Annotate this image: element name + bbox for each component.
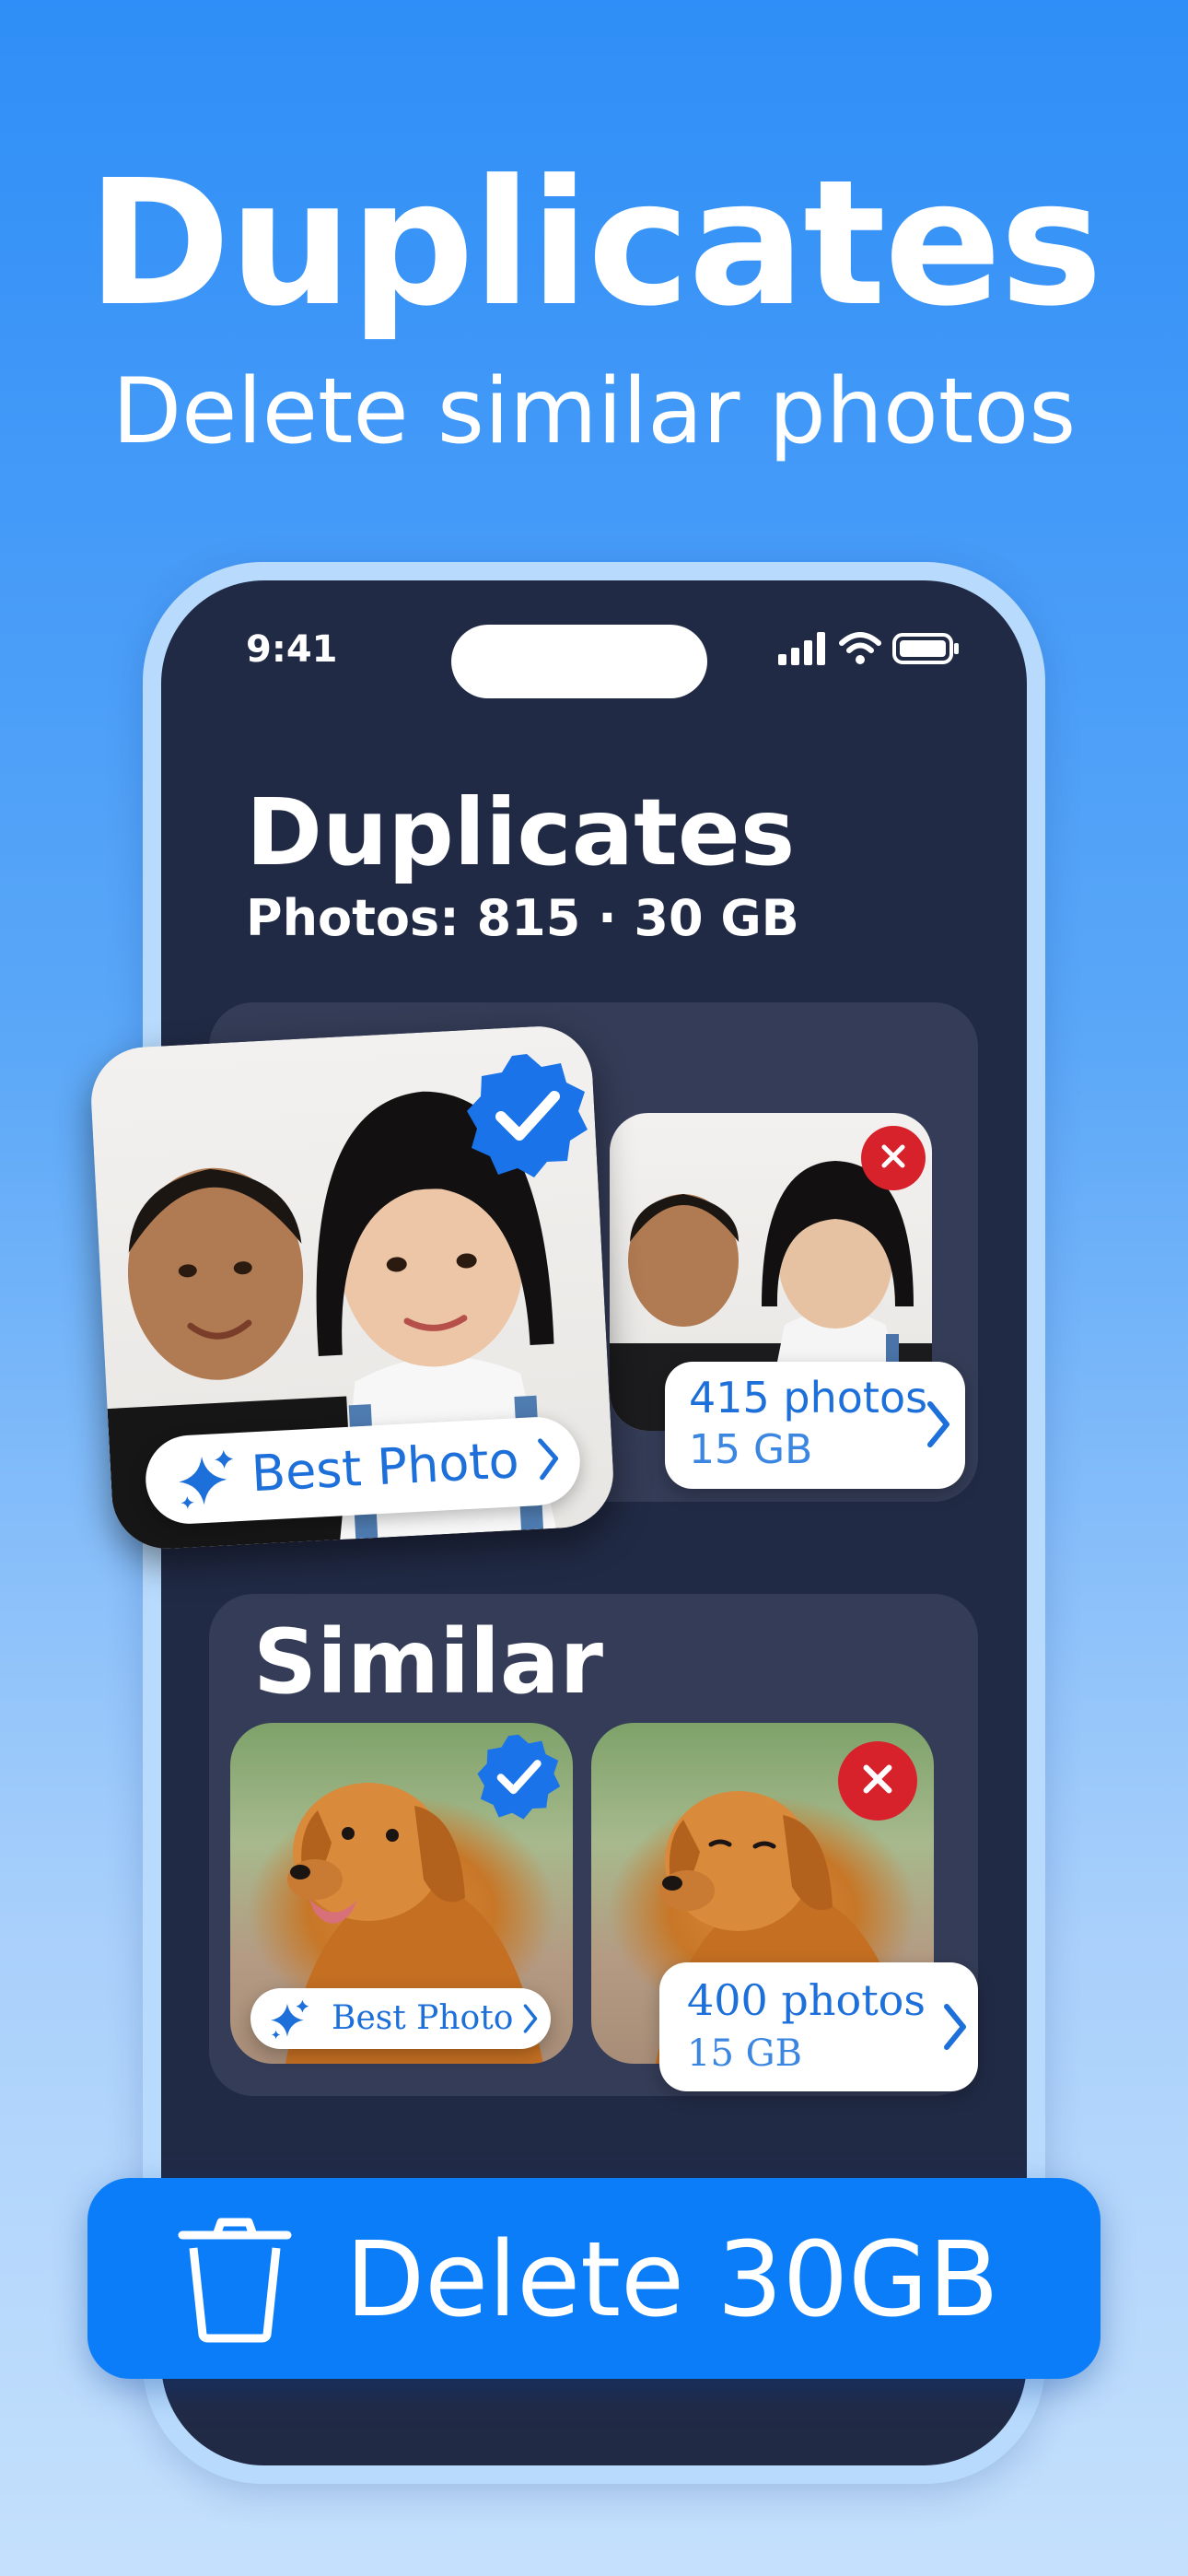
delete-button[interactable]: Delete 30GB bbox=[87, 2178, 1101, 2379]
wifi-icon bbox=[839, 632, 881, 669]
duplicates-info-box[interactable]: 415 photos 15 GB bbox=[665, 1362, 965, 1489]
duplicates-count: 415 photos bbox=[689, 1373, 928, 1423]
status-icons bbox=[778, 632, 961, 669]
sparkles-icon bbox=[267, 1997, 311, 2045]
similar-size: 15 GB bbox=[687, 2032, 802, 2075]
close-icon bbox=[858, 1760, 897, 1802]
chevron-right-icon bbox=[534, 1434, 563, 1487]
chevron-right-icon bbox=[941, 2001, 969, 2056]
close-icon bbox=[878, 1141, 909, 1176]
reject-badge[interactable] bbox=[861, 1126, 926, 1190]
best-photo-label: Best Photo bbox=[332, 1999, 514, 2037]
screen-title: Duplicates bbox=[246, 779, 796, 886]
duplicates-size: 15 GB bbox=[689, 1426, 813, 1473]
similar-title: Similar bbox=[253, 1610, 604, 1714]
status-time: 9:41 bbox=[246, 628, 338, 671]
hero-title: Duplicates bbox=[87, 143, 1103, 345]
sparkles-icon bbox=[172, 1446, 240, 1517]
chevron-right-icon bbox=[925, 1399, 952, 1454]
chevron-right-icon bbox=[521, 2002, 540, 2039]
verified-check-icon bbox=[474, 1732, 563, 1824]
best-photo-label: Best Photo bbox=[250, 1431, 521, 1504]
signal-icon bbox=[778, 632, 828, 669]
delete-button-label: Delete 30GB bbox=[345, 2220, 999, 2340]
verified-check-icon bbox=[462, 1050, 591, 1183]
dynamic-island bbox=[451, 625, 707, 698]
battery-icon bbox=[892, 632, 961, 669]
screen-subtitle: Photos: 815 · 30 GB bbox=[246, 889, 799, 947]
similar-count: 400 photos bbox=[687, 1975, 926, 2025]
reject-badge[interactable] bbox=[838, 1741, 917, 1821]
trash-icon bbox=[175, 2215, 295, 2348]
best-photo-pill[interactable]: Best Photo bbox=[250, 1988, 551, 2049]
similar-info-box[interactable]: 400 photos 15 GB bbox=[659, 1962, 978, 2091]
hero-subtitle: Delete similar photos bbox=[111, 359, 1077, 464]
